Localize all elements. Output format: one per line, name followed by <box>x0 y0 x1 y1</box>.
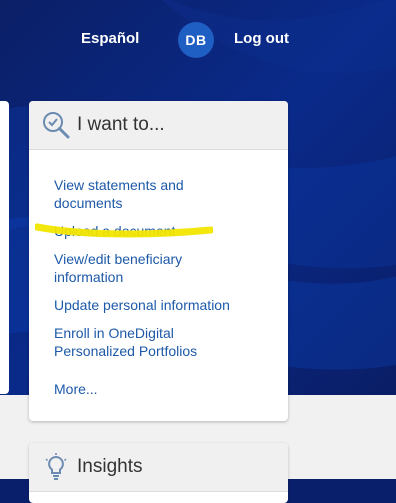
link-upload-document[interactable]: Upload a document <box>54 222 254 240</box>
action-links: View statements and documents Upload a d… <box>29 150 288 398</box>
user-avatar[interactable]: DB <box>178 22 214 58</box>
i-want-to-card: I want to... View statements and documen… <box>29 101 288 421</box>
link-more[interactable]: More... <box>54 380 254 398</box>
top-navigation: Español DB Log out <box>0 0 396 80</box>
card-title: I want to... <box>77 114 165 135</box>
insights-card: Insights <box>29 443 288 503</box>
card-header: I want to... <box>29 101 288 150</box>
magnifier-check-icon <box>41 110 71 140</box>
link-enroll-portfolios[interactable]: Enroll in OneDigital Personalized Portfo… <box>54 324 254 360</box>
insights-title: Insights <box>77 456 143 477</box>
link-view-statements[interactable]: View statements and documents <box>54 176 254 212</box>
lightbulb-icon <box>41 452 71 482</box>
logout-link[interactable]: Log out <box>234 30 289 47</box>
language-link[interactable]: Español <box>81 30 139 47</box>
link-edit-beneficiary[interactable]: View/edit beneficiary information <box>54 250 254 286</box>
insights-header: Insights <box>29 443 288 492</box>
left-panel-edge <box>0 101 9 394</box>
link-update-personal-info[interactable]: Update personal information <box>54 296 254 314</box>
